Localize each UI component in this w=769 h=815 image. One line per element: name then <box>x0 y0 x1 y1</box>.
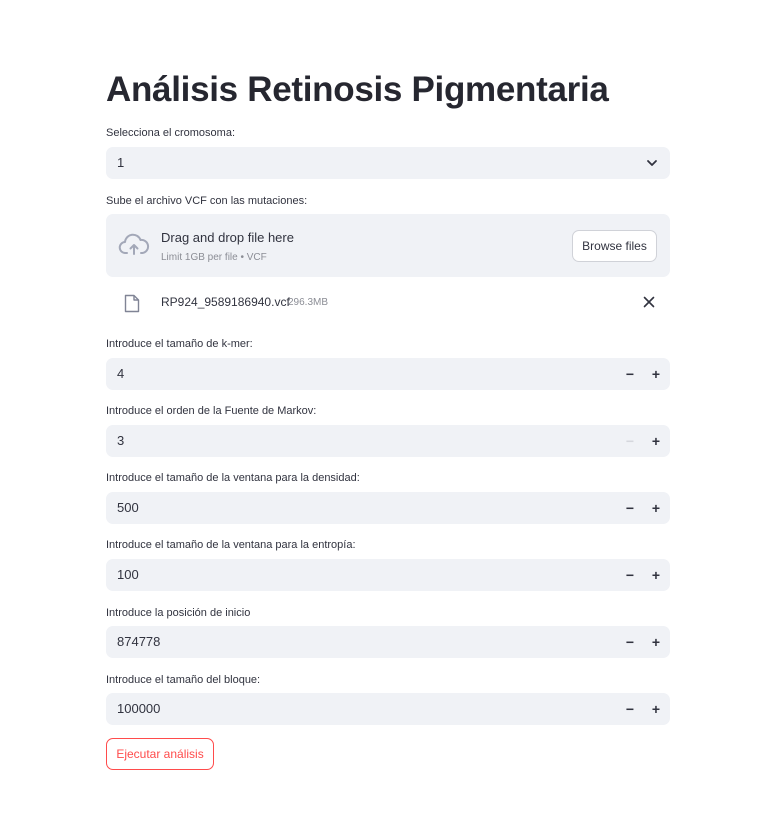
entropy-window-increment-button[interactable]: + <box>643 559 669 591</box>
file-icon <box>124 294 140 313</box>
kmer-decrement-button[interactable]: − <box>617 358 643 390</box>
dropzone-instruction: Drag and drop file here <box>161 230 294 245</box>
kmer-label: Introduce el tamaño de k-mer: <box>106 338 253 350</box>
start-position-value: 874778 <box>117 634 161 649</box>
kmer-increment-button[interactable]: + <box>643 358 669 390</box>
dropzone-limit: Limit 1GB per file • VCF <box>161 252 267 263</box>
block-size-value: 100000 <box>117 701 161 716</box>
chevron-down-icon <box>647 160 657 166</box>
entropy-window-decrement-button[interactable]: − <box>617 559 643 591</box>
chromosome-selected-value: 1 <box>117 155 125 170</box>
density-window-decrement-button[interactable]: − <box>617 492 643 524</box>
start-position-increment-button[interactable]: + <box>643 626 669 658</box>
start-position-input[interactable]: 874778 − + <box>106 626 670 658</box>
start-position-label: Introduce la posición de inicio <box>106 607 251 619</box>
block-size-label: Introduce el tamaño del bloque: <box>106 674 261 686</box>
block-size-increment-button[interactable]: + <box>643 693 669 725</box>
chromosome-select[interactable]: 1 <box>106 147 670 179</box>
close-icon[interactable] <box>643 296 655 308</box>
chromosome-label: Selecciona el cromosoma: <box>106 127 236 139</box>
kmer-input[interactable]: 4 − + <box>106 358 670 390</box>
block-size-decrement-button[interactable]: − <box>617 693 643 725</box>
entropy-window-label: Introduce el tamaño de la ventana para l… <box>106 539 356 551</box>
density-window-input[interactable]: 500 − + <box>106 492 670 524</box>
density-window-value: 500 <box>117 500 139 515</box>
app-page: Análisis Retinosis Pigmentaria Seleccion… <box>0 0 769 815</box>
markov-value: 3 <box>117 433 125 448</box>
kmer-value: 4 <box>117 366 125 381</box>
start-position-decrement-button[interactable]: − <box>617 626 643 658</box>
markov-decrement-button[interactable]: − <box>617 425 643 457</box>
entropy-window-value: 100 <box>117 567 139 582</box>
run-analysis-button[interactable]: Ejecutar análisis <box>106 738 214 770</box>
block-size-input[interactable]: 100000 − + <box>106 693 670 725</box>
browse-files-button[interactable]: Browse files <box>572 230 657 262</box>
cloud-upload-icon <box>118 233 149 255</box>
uploaded-file-row: RP924_9589186940.vcf 296.3MB <box>106 286 670 320</box>
page-title: Análisis Retinosis Pigmentaria <box>106 70 609 109</box>
uploader-label: Sube el archivo VCF con las mutaciones: <box>106 195 308 207</box>
uploaded-file-size: 296.3MB <box>288 297 329 308</box>
markov-increment-button[interactable]: + <box>643 425 669 457</box>
markov-input[interactable]: 3 − + <box>106 425 670 457</box>
uploaded-file-name: RP924_9589186940.vcf <box>161 295 290 309</box>
file-dropzone[interactable]: Drag and drop file here Limit 1GB per fi… <box>106 214 670 277</box>
density-window-label: Introduce el tamaño de la ventana para l… <box>106 472 360 484</box>
entropy-window-input[interactable]: 100 − + <box>106 559 670 591</box>
density-window-increment-button[interactable]: + <box>643 492 669 524</box>
markov-label: Introduce el orden de la Fuente de Marko… <box>106 405 317 417</box>
